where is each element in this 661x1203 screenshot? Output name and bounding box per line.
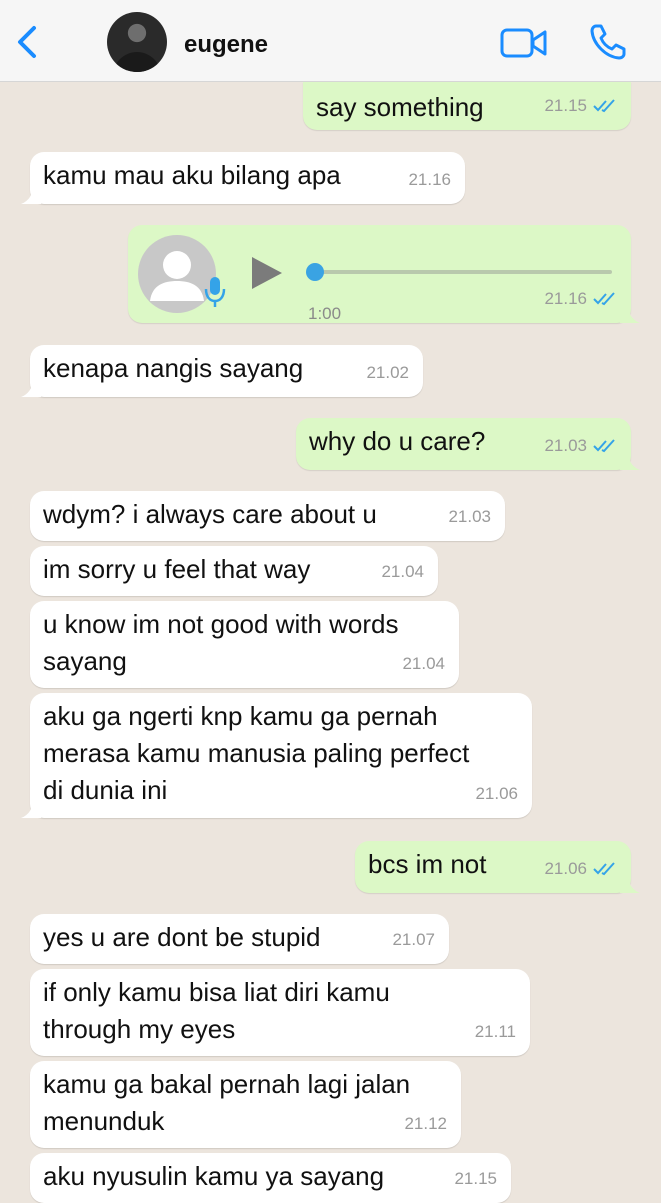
voice-progress-track[interactable] [314, 270, 612, 274]
message-bubble-incoming[interactable]: kenapa nangis sayang 21.02 [21, 345, 423, 397]
bubble-tail [620, 875, 640, 893]
message-meta: 21.12 [404, 1105, 447, 1142]
message-bubble-incoming[interactable]: yes u are dont be stupid 21.07 [30, 914, 449, 964]
message-meta: 21.15 [544, 87, 617, 124]
message-meta: 21.15 [454, 1160, 497, 1197]
message-text: u know im not good with words sayang [43, 609, 399, 676]
message-text: if only kamu bisa liat diri kamu through… [43, 977, 390, 1044]
phone-icon[interactable] [588, 22, 628, 62]
message-text: kenapa nangis sayang [43, 353, 304, 383]
video-camera-icon[interactable] [500, 26, 548, 60]
message-time: 21.06 [475, 784, 518, 803]
message-time: 21.06 [544, 859, 587, 878]
double-check-icon [593, 438, 615, 452]
message-meta: 21.03 [448, 498, 491, 535]
contact-avatar[interactable] [107, 12, 167, 72]
message-bubble-outgoing[interactable]: why do u care? 21.03 [296, 418, 640, 470]
message-time: 21.15 [544, 96, 587, 115]
message-meta: 21.16 [544, 280, 617, 317]
bubble-tail [21, 379, 41, 397]
message-meta: 21.03 [544, 427, 617, 464]
message-time: 21.03 [544, 436, 587, 455]
message-bubble-incoming[interactable]: kamu ga bakal pernah lagi jalan menunduk… [30, 1061, 461, 1148]
message-bubble-incoming[interactable]: if only kamu bisa liat diri kamu through… [30, 969, 530, 1056]
bubble-tail [21, 800, 41, 818]
message-meta: 21.02 [366, 354, 409, 391]
message-bubble-incoming[interactable]: im sorry u feel that way 21.04 [30, 546, 438, 596]
message-time: 21.04 [381, 562, 424, 581]
message-meta: 21.06 [544, 850, 617, 887]
message-time: 21.04 [402, 654, 445, 673]
bubble-tail [620, 452, 640, 470]
bubble-tail [21, 186, 41, 204]
chevron-left-icon[interactable] [10, 22, 44, 62]
message-time: 21.07 [392, 930, 435, 949]
double-check-icon [593, 98, 615, 112]
message-bubble-incoming[interactable]: wdym? i always care about u 21.03 [30, 491, 505, 541]
message-text: kamu mau aku bilang apa [43, 160, 341, 190]
chat-area[interactable]: say something 21.15 kamu mau aku bilang … [0, 82, 661, 1203]
message-time: 21.11 [474, 1022, 516, 1041]
message-time: 21.15 [454, 1169, 497, 1188]
message-bubble-incoming[interactable]: kamu mau aku bilang apa 21.16 [21, 152, 465, 204]
microphone-icon [204, 277, 226, 307]
message-text: im sorry u feel that way [43, 554, 311, 584]
message-bubble-incoming[interactable]: u know im not good with words sayang 21.… [30, 601, 459, 688]
message-meta: 21.11 [475, 1013, 516, 1050]
message-time: 21.16 [544, 289, 587, 308]
message-text: wdym? i always care about u [43, 499, 377, 529]
message-time: 21.02 [366, 363, 409, 382]
message-time: 21.12 [404, 1114, 447, 1133]
double-check-icon [593, 291, 615, 305]
message-bubble-outgoing[interactable]: say something 21.15 [303, 82, 631, 130]
message-time: 21.16 [408, 170, 451, 189]
message-text: aku nyusulin kamu ya sayang [43, 1161, 385, 1191]
message-text: yes u are dont be stupid [43, 922, 321, 952]
message-bubble-outgoing[interactable]: bcs im not 21.06 [355, 841, 640, 893]
play-icon[interactable] [250, 255, 284, 291]
message-meta: 21.04 [381, 553, 424, 590]
contact-name[interactable]: eugene [184, 31, 268, 59]
message-bubble-incoming[interactable]: aku ga ngerti knp kamu ga pernah merasa … [21, 693, 532, 818]
message-text: aku ga ngerti knp kamu ga pernah merasa … [43, 701, 470, 805]
voice-duration: 1:00 [308, 304, 342, 323]
chat-header: eugene [0, 0, 661, 82]
voice-progress-handle[interactable] [306, 263, 324, 281]
double-check-icon [593, 861, 615, 875]
message-bubble-incoming[interactable]: aku nyusulin kamu ya sayang 21.15 [30, 1153, 511, 1203]
message-meta: 21.16 [408, 161, 451, 198]
message-text: kamu ga bakal pernah lagi jalan menunduk [43, 1069, 411, 1136]
message-meta: 21.07 [392, 921, 435, 958]
message-meta: 21.06 [475, 775, 518, 812]
message-time: 21.03 [448, 507, 491, 526]
message-meta: 21.04 [402, 645, 445, 682]
voice-message-bubble[interactable]: 1:00 21.16 [128, 225, 640, 323]
bubble-tail [620, 305, 640, 323]
